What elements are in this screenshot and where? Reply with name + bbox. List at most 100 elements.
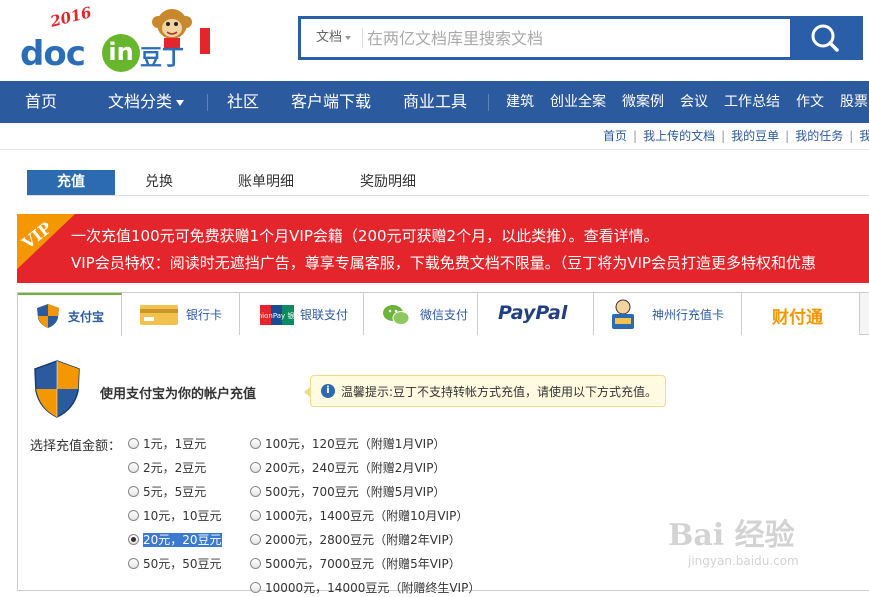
amount-option-label: 5元，5豆元 bbox=[143, 485, 207, 499]
amount-option[interactable]: 2元，2豆元 bbox=[128, 459, 206, 477]
tab-wechat-pay-label: 微信支付 bbox=[420, 308, 469, 322]
tab-tenpay[interactable]: 财付通 bbox=[742, 293, 860, 335]
amount-option[interactable]: 50元，50豆元 bbox=[128, 555, 222, 573]
radio-button[interactable] bbox=[250, 558, 261, 569]
amount-option[interactable]: 1元，1豆元 bbox=[128, 435, 206, 453]
nav-link[interactable]: 工作总结 bbox=[724, 81, 780, 123]
radio-button-checked[interactable] bbox=[128, 534, 139, 545]
account-tabs: 充值 兑换 账单明细 奖励明细 bbox=[27, 170, 869, 196]
radio-button[interactable] bbox=[250, 462, 261, 473]
logo-in: in bbox=[102, 34, 140, 72]
user-link-uploads[interactable]: 我上传的文档 bbox=[643, 129, 715, 143]
radio-button[interactable] bbox=[250, 438, 261, 449]
mobile-card-icon bbox=[612, 299, 634, 329]
amount-option[interactable]: 10000元，14000豆元（附赠终生VIP） bbox=[250, 579, 480, 597]
tab-exchange[interactable]: 兑换 bbox=[127, 170, 191, 195]
unionpay-icon: UnionPay 银联 bbox=[260, 305, 294, 325]
tab-wechat-pay[interactable]: 微信支付 bbox=[364, 293, 478, 335]
docin-logo[interactable]: 2016 doc in 豆丁 bbox=[18, 3, 218, 74]
amount-option[interactable]: 200元，240豆元（附赠2月VIP） bbox=[250, 459, 445, 477]
radio-button[interactable] bbox=[250, 582, 261, 593]
nav-link[interactable]: 建筑 bbox=[506, 81, 534, 123]
amount-option[interactable]: 500元，700豆元（附赠5月VIP） bbox=[250, 483, 445, 501]
search-button[interactable] bbox=[790, 19, 860, 57]
radio-button[interactable] bbox=[250, 510, 261, 521]
logo-year: 2016 bbox=[48, 3, 94, 31]
tab-unionpay[interactable]: UnionPay 银联 银联支付 bbox=[240, 293, 364, 335]
vip-promo-line[interactable]: 一次充值100元可免费获赠1个月VIP会籍（200元可获赠2个月，以此类推）。查… bbox=[71, 225, 659, 246]
nav-client-download[interactable]: 客户端下载 bbox=[291, 81, 371, 123]
main-nav: 首页 文档分类 社区 客户端下载 商业工具 建筑 创业全案 微案例 会议 工作总… bbox=[0, 81, 869, 123]
tab-shenzhouxing[interactable]: 神州行充值卡 bbox=[594, 293, 742, 335]
vip-corner-badge: VIP bbox=[17, 214, 75, 270]
radio-button[interactable] bbox=[128, 558, 139, 569]
tab-alipay[interactable]: 支付宝 bbox=[18, 293, 122, 336]
amount-label: 选择充值金额： bbox=[30, 439, 122, 454]
user-link-home[interactable]: 首页 bbox=[603, 129, 627, 143]
logo-cn: 豆丁 bbox=[140, 46, 185, 71]
alipay-title: 使用支付宝为你的帐户充值 bbox=[100, 387, 257, 402]
nav-business-tools[interactable]: 商业工具 bbox=[403, 81, 467, 123]
tab-billing[interactable]: 账单明细 bbox=[223, 170, 309, 195]
amount-option-label: 50元，50豆元 bbox=[143, 557, 222, 571]
nav-community[interactable]: 社区 bbox=[227, 81, 259, 123]
amount-option[interactable]: 5元，5豆元 bbox=[128, 483, 206, 501]
site-header: 2016 doc in 豆丁 文档 bbox=[0, 0, 869, 81]
amount-option-label: 1元，1豆元 bbox=[143, 437, 207, 451]
paypal-logo: PayPal bbox=[498, 302, 568, 324]
payment-method-tabs: 支付宝 银行卡 UnionPay 银联 银联支付 bbox=[18, 293, 869, 336]
tab-shenzhouxing-label: 神州行充值卡 bbox=[652, 308, 725, 322]
tab-bank-card-label: 银行卡 bbox=[186, 308, 223, 322]
tab-recharge[interactable]: 充值 bbox=[27, 170, 115, 195]
alipay-shield-icon bbox=[34, 360, 80, 418]
amount-option-label: 10元，10豆元 bbox=[143, 509, 222, 523]
nav-link[interactable]: 作文 bbox=[796, 81, 824, 123]
radio-button[interactable] bbox=[128, 462, 139, 473]
logo-doc: doc bbox=[20, 34, 86, 74]
tab-unionpay-label: 银联支付 bbox=[300, 308, 349, 322]
divider bbox=[0, 149, 869, 150]
amount-option-label: 1000元，1400豆元（附赠10月VIP） bbox=[265, 509, 469, 523]
vip-benefits-line: VIP会员特权：阅读时无遮挡广告，尊享专属客服，下载免费文档不限量。（豆丁将为V… bbox=[71, 254, 816, 272]
radio-button[interactable] bbox=[128, 510, 139, 521]
radio-button[interactable] bbox=[250, 486, 261, 497]
divider bbox=[488, 94, 489, 111]
radio-button[interactable] bbox=[128, 486, 139, 497]
tab-bank-card[interactable]: 银行卡 bbox=[122, 293, 240, 335]
divider bbox=[362, 28, 363, 48]
chevron-down-icon bbox=[176, 99, 185, 106]
tab-rewards[interactable]: 奖励明细 bbox=[345, 170, 431, 195]
logo-red-tag bbox=[200, 28, 210, 54]
user-link-more[interactable]: 我 bbox=[859, 129, 869, 143]
radio-button[interactable] bbox=[128, 438, 139, 449]
warm-tip-text: 温馨提示:豆丁不支持转帐方式充值，请使用以下方式充值。 bbox=[341, 385, 658, 399]
nav-categories[interactable]: 文档分类 bbox=[108, 81, 185, 123]
watermark-brand: Bai 经验 bbox=[668, 518, 795, 553]
amount-option-selected[interactable]: 20元，20豆元 bbox=[128, 531, 222, 549]
nav-link[interactable]: 创业全案 bbox=[550, 81, 606, 123]
amount-option-label: 500元，700豆元（附赠5月VIP） bbox=[265, 485, 446, 499]
amount-option[interactable]: 1000元，1400豆元（附赠10月VIP） bbox=[250, 507, 468, 525]
vip-banner: VIP 一次充值100元可免费获赠1个月VIP会籍（200元可获赠2个月，以此类… bbox=[17, 214, 869, 283]
amount-option[interactable]: 5000元，7000豆元（附赠5年VIP） bbox=[250, 555, 461, 573]
search-input[interactable] bbox=[367, 23, 787, 53]
tenpay-logo: 财付通 bbox=[772, 308, 823, 328]
radio-button[interactable] bbox=[250, 534, 261, 545]
nav-link[interactable]: 股票 bbox=[840, 81, 868, 123]
amount-option[interactable]: 100元，120豆元（附赠1月VIP） bbox=[250, 435, 445, 453]
user-link-tasks[interactable]: 我的任务 bbox=[795, 129, 843, 143]
amount-option[interactable]: 2000元，2800豆元（附赠2年VIP） bbox=[250, 531, 461, 549]
search-scope-dropdown[interactable]: 文档 bbox=[301, 19, 361, 57]
tab-paypal[interactable]: PayPal bbox=[478, 293, 594, 335]
bank-card-icon bbox=[140, 305, 178, 325]
warm-tip-notice: i 温馨提示:豆丁不支持转帐方式充值，请使用以下方式充值。 bbox=[304, 375, 666, 407]
nav-home[interactable]: 首页 bbox=[25, 81, 57, 123]
amount-option[interactable]: 10元，10豆元 bbox=[128, 507, 222, 525]
amount-option-label: 20元，20豆元 bbox=[143, 533, 222, 547]
wechat-icon bbox=[383, 305, 410, 325]
nav-link[interactable]: 会议 bbox=[680, 81, 708, 123]
baidu-jingyan-watermark: Bai 经验 jingyan.baidu.com bbox=[668, 510, 828, 570]
nav-link[interactable]: 微案例 bbox=[622, 81, 664, 123]
amount-option-label: 2000元，2800豆元（附赠2年VIP） bbox=[265, 533, 461, 547]
user-link-doulists[interactable]: 我的豆单 bbox=[731, 129, 779, 143]
